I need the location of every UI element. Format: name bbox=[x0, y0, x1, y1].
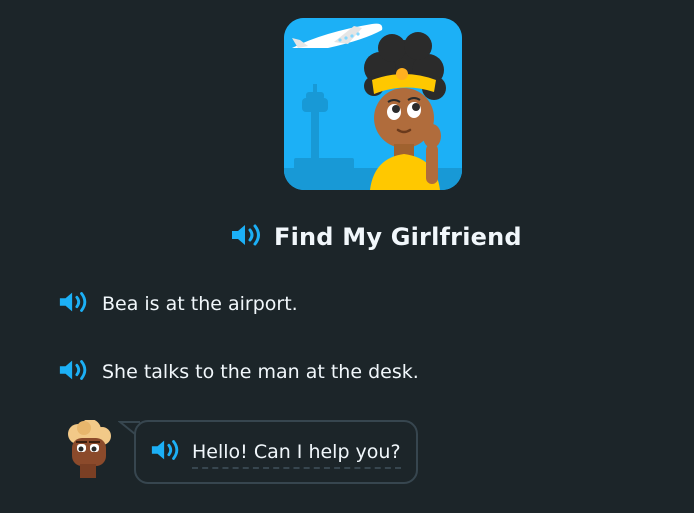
narration-text: She talks to the man at the desk. bbox=[102, 361, 419, 383]
man-character-avatar bbox=[64, 419, 112, 478]
story-image bbox=[284, 18, 462, 190]
narration-line: Bea is at the airport. bbox=[58, 288, 298, 320]
dialogue-bubble: Hello! Can I help you? bbox=[134, 420, 418, 484]
speaker-icon[interactable] bbox=[58, 357, 90, 387]
story-screen: Find My Girlfriend Bea is at the airport… bbox=[0, 0, 694, 513]
narration-text: Bea is at the airport. bbox=[102, 293, 298, 315]
speaker-icon[interactable] bbox=[150, 437, 182, 467]
speaker-icon[interactable] bbox=[58, 289, 90, 319]
story-title-row: Find My Girlfriend bbox=[230, 219, 522, 255]
story-title: Find My Girlfriend bbox=[274, 223, 522, 251]
story-illustration bbox=[284, 18, 462, 190]
speaker-icon[interactable] bbox=[230, 222, 264, 252]
narration-line: She talks to the man at the desk. bbox=[58, 356, 419, 388]
dialogue-text[interactable]: Hello! Can I help you? bbox=[192, 441, 401, 469]
